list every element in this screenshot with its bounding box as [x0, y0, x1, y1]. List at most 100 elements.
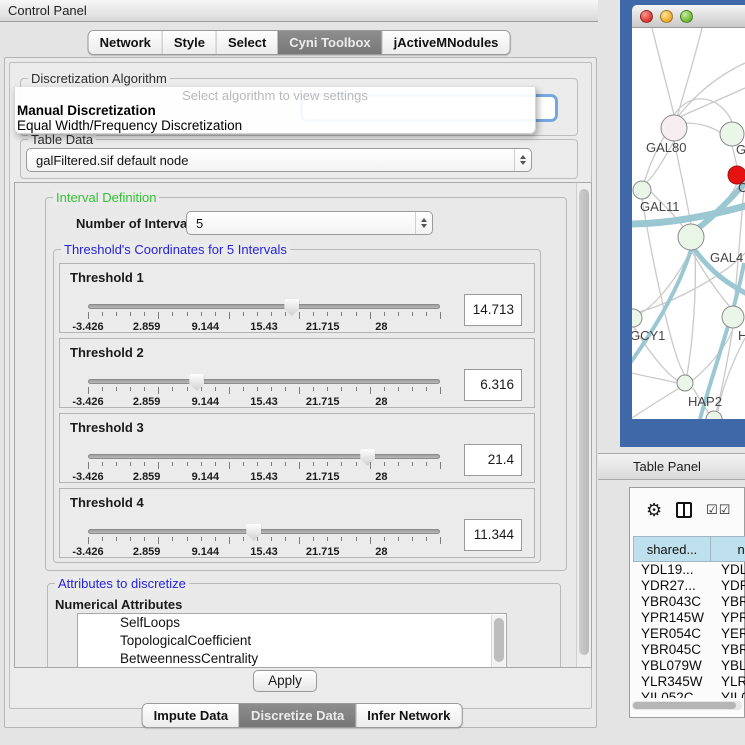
network-node-label: GA [736, 142, 745, 157]
tick-mark [215, 312, 216, 316]
cell-name[interactable]: YBL079W [711, 658, 745, 674]
network-node[interactable] [633, 181, 651, 199]
slider-track[interactable] [88, 304, 440, 309]
network-edge[interactable] [632, 386, 682, 418]
cell-name[interactable]: YLR345W [711, 674, 745, 690]
table-row[interactable]: YDR27... YDR27... [633, 578, 745, 594]
network-node[interactable] [678, 224, 704, 250]
cell-name[interactable]: YBR045C [711, 642, 745, 658]
table-hscrollbar[interactable] [632, 701, 742, 710]
tick-label: 28 [375, 396, 387, 408]
table-row[interactable]: YPR145W YPR145W [633, 610, 745, 626]
table-data-combo[interactable]: galFiltered.sif default node [26, 148, 532, 172]
top-tab[interactable]: Network [89, 31, 162, 54]
minimize-traffic-light-icon[interactable] [660, 10, 673, 23]
threshold-slider[interactable]: -3.426 2.859 9.144 15.43 21.715 28 [86, 447, 442, 483]
cell-name[interactable]: YPR145W [711, 610, 745, 626]
cell-shared-name[interactable]: YPR145W [633, 610, 711, 626]
table-row[interactable]: YBR045C YBR045C [633, 642, 745, 658]
threshold-slider[interactable]: -3.426 2.859 9.144 15.43 21.715 28 [86, 522, 442, 558]
apply-button[interactable]: Apply [253, 670, 317, 692]
close-traffic-light-icon[interactable] [640, 10, 653, 23]
cell-shared-name[interactable]: YBL079W [633, 658, 711, 674]
top-tab[interactable]: Select [216, 31, 277, 54]
cell-shared-name[interactable]: YBR045C [633, 642, 711, 658]
tick-mark [172, 312, 173, 316]
table-row[interactable]: YER054C YER054C [633, 626, 745, 642]
attribute-list-item[interactable]: TopologicalCoefficient [78, 632, 506, 650]
table-row[interactable]: YBL079W YBL079W [633, 658, 745, 674]
table-row[interactable]: YBR043C YBR043C [633, 594, 745, 610]
cell-shared-name[interactable]: YLR345W [633, 674, 711, 690]
network-edge[interactable] [687, 250, 695, 375]
bottom-tab[interactable]: Discretize Data [239, 704, 355, 727]
network-edge[interactable] [652, 28, 674, 115]
table-hscrollbar-thumb[interactable] [633, 702, 736, 709]
popup-item[interactable]: Equal Width/Frequency Discretization [15, 118, 535, 133]
network-node[interactable] [677, 375, 693, 391]
tick-mark [229, 387, 230, 394]
slider-track[interactable] [88, 529, 440, 534]
tick-mark [412, 462, 413, 466]
tick-mark [384, 387, 385, 391]
tick-mark [271, 462, 272, 466]
top-tab[interactable]: jActiveMNodules [382, 31, 510, 54]
network-node-label: HAP2 [688, 394, 722, 409]
cell-shared-name[interactable]: YIL052C [633, 690, 711, 698]
tick-mark [215, 387, 216, 391]
cell-name[interactable]: YIL052C [711, 690, 745, 698]
tick-mark [201, 312, 202, 316]
network-window: GAL80GACGAL11GAL4GCY1HHAP2 [620, 0, 745, 447]
list-scrollbar-thumb[interactable] [494, 618, 504, 662]
settings-scrollbar-thumb[interactable] [579, 189, 589, 655]
cell-name[interactable]: YBR043C [711, 594, 745, 610]
list-scrollbar[interactable] [491, 615, 505, 668]
gear-icon[interactable]: ⚙ [646, 501, 662, 519]
network-window-titlebar[interactable] [632, 5, 745, 28]
settings-scrollbar[interactable] [576, 183, 591, 667]
cell-shared-name[interactable]: YDR27... [633, 578, 711, 594]
top-tab[interactable]: Style [162, 31, 216, 54]
bottom-tab-label: Infer Network [367, 708, 450, 723]
table-row[interactable]: YLR345W YLR345W [633, 674, 745, 690]
threshold-value-field[interactable]: 14.713 [464, 294, 522, 326]
column-header-name[interactable]: n... [711, 536, 745, 562]
attribute-list-item[interactable]: SelfLoops [78, 614, 506, 632]
table-row[interactable]: YIL052C YIL052C [633, 690, 745, 698]
network-canvas[interactable]: GAL80GACGAL11GAL4GCY1HHAP2 [632, 28, 745, 419]
network-node[interactable] [661, 115, 687, 141]
bottom-tab[interactable]: Infer Network [355, 704, 461, 727]
tick-mark [257, 462, 258, 466]
settings-scrollpane: Interval Definition Number of Intervals … [14, 182, 592, 668]
network-node[interactable] [722, 306, 744, 328]
select-columns-icon[interactable]: ☑☑ [706, 502, 731, 518]
threshold-panel: Threshold 3 -3.426 2.859 9.144 [59, 413, 535, 483]
zoom-traffic-light-icon[interactable] [680, 10, 693, 23]
threshold-slider[interactable]: -3.426 2.859 9.144 15.43 21.715 28 [86, 297, 442, 333]
threshold-value-field[interactable]: 21.4 [464, 444, 522, 476]
network-node-label: GAL4 [710, 250, 743, 265]
cell-name[interactable]: YDR27... [711, 578, 745, 594]
attribute-list-item[interactable]: BetweennessCentrality [78, 650, 506, 668]
cell-name[interactable]: YER054C [711, 626, 745, 642]
cell-shared-name[interactable]: YDL19... [633, 562, 711, 578]
threshold-value-field[interactable]: 6.316 [464, 369, 522, 401]
popup-item[interactable]: Manual Discretization [15, 103, 535, 118]
slider-track[interactable] [88, 454, 440, 459]
network-edge[interactable] [695, 184, 737, 228]
split-view-icon[interactable] [676, 502, 692, 518]
network-view[interactable]: GAL80GACGAL11GAL4GCY1HHAP2 [632, 28, 745, 419]
top-tab[interactable]: Cyni Toolbox [277, 31, 381, 54]
tick-mark [341, 387, 342, 391]
network-edge[interactable] [677, 28, 702, 118]
table-body: YDL19... YDL19... YDR27... YDR27... YBR0… [633, 562, 745, 698]
cell-name[interactable]: YDL19... [711, 562, 745, 578]
column-header-shared-name[interactable]: shared... [633, 536, 711, 562]
table-row[interactable]: YDL19... YDL19... [633, 562, 745, 578]
slider-track[interactable] [88, 379, 440, 384]
threshold-slider[interactable]: -3.426 2.859 9.144 15.43 21.715 28 [86, 372, 442, 408]
cell-shared-name[interactable]: YBR043C [633, 594, 711, 610]
threshold-value-field[interactable]: 11.344 [464, 519, 522, 551]
cell-shared-name[interactable]: YER054C [633, 626, 711, 642]
bottom-tab[interactable]: Impute Data [143, 704, 239, 727]
